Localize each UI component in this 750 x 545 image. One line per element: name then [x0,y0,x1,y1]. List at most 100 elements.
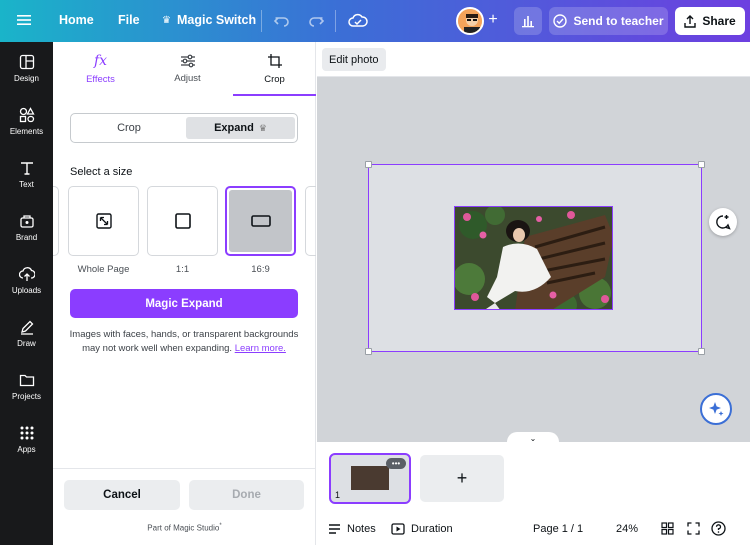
plus-icon: + [456,468,468,488]
divider [335,10,336,32]
timer-icon [391,523,405,535]
widescreen-icon [250,215,271,227]
notes-button[interactable]: Notes [328,523,376,535]
size-card-whole-page[interactable] [68,186,139,256]
check-circle-icon [553,14,568,28]
size-label: Whole Page [77,264,130,275]
brand-icon [19,215,34,228]
cancel-button[interactable]: Cancel [64,480,180,510]
section-title: Select a size [70,166,133,178]
help-icon[interactable] [711,521,726,536]
rail-label: Draw [17,339,36,348]
crop-mode-button[interactable]: Crop [74,117,184,139]
rail-item-apps[interactable]: Apps [0,425,53,473]
design-page[interactable] [365,161,705,355]
duration-label: Duration [411,523,453,535]
zoom-level[interactable]: 24% [616,523,638,535]
text-icon [20,162,33,175]
rail-item-brand[interactable]: Brand [0,213,53,261]
magic-expand-button[interactable]: Magic Expand [70,289,298,318]
home-label: Home [59,13,94,27]
more-options-icon[interactable]: ••• [386,458,406,469]
add-collaborator-icon[interactable]: + [484,11,502,29]
photo-element[interactable] [454,206,613,310]
rail-item-uploads[interactable]: Uploads [0,266,53,314]
tab-crop[interactable]: Crop [231,42,318,96]
expand-note: Images with faces, hands, or transparent… [67,328,301,356]
send-to-teacher-button[interactable]: Send to teacher [549,7,668,35]
magic-assistant-button[interactable] [700,393,732,425]
pages-strip: ••• 1 + [317,442,750,512]
photo-image [455,207,612,309]
tab-label: Crop [264,74,285,85]
crown-icon: ♛ [162,14,171,26]
crop-icon [267,54,282,68]
fullscreen-icon[interactable] [687,522,700,535]
notes-label: Notes [347,523,376,535]
add-page-button[interactable]: + [420,455,504,502]
send-to-teacher-label: Send to teacher [573,14,664,28]
resize-handle[interactable] [698,161,705,168]
insights-button[interactable] [514,7,542,35]
thumbnail-image [351,466,389,490]
rail-label: Elements [9,127,44,136]
add-comment-button[interactable] [709,208,737,236]
pen-icon [20,320,33,335]
rail-item-draw[interactable]: Draw [0,319,53,367]
notes-icon [329,524,340,534]
zoom-label: 24% [616,523,639,535]
sparkle-icon: * [219,523,222,529]
cloud-sync-icon[interactable] [348,12,368,35]
magic-switch-label: Magic Switch [176,13,257,27]
home-button[interactable]: Home [59,13,94,27]
size-card-partial[interactable] [53,186,59,256]
rail-label: Text [19,180,34,189]
resize-handle[interactable] [698,348,705,355]
page-number: 1 [335,490,341,500]
rail-label: Projects [12,392,41,401]
done-button[interactable]: Done [189,480,304,510]
share-label: Share [702,14,736,28]
left-rail: Design Elements Text Brand Uploads Draw … [0,42,53,545]
expand-mode-label: Expand [214,122,254,134]
rail-label: Uploads [11,286,42,295]
resize-handle[interactable] [365,161,372,168]
bottom-bar: Notes Duration Page 1 / 1 24% [317,512,750,545]
size-card-widescreen[interactable] [225,186,296,256]
resize-handle[interactable] [365,348,372,355]
duration-button[interactable]: Duration [391,523,453,535]
cancel-label: Cancel [103,489,141,501]
rail-label: Brand [15,233,38,242]
size-card-square[interactable] [147,186,218,256]
size-label: 16:9 [251,264,270,275]
tab-effects[interactable]: fx Effects [57,42,144,96]
rail-item-elements[interactable]: Elements [0,107,53,155]
tab-adjust[interactable]: Adjust [144,42,231,96]
page-indicator[interactable]: Page 1 / 1 [533,523,583,535]
size-card-partial[interactable] [305,186,316,256]
rail-item-projects[interactable]: Projects [0,372,53,420]
shapes-icon [19,107,35,123]
sparkle-icon [709,402,724,416]
menu-icon[interactable] [17,13,31,27]
crop-mode-label: Crop [117,122,141,134]
edit-photo-label: Edit photo [329,53,379,66]
done-label: Done [232,489,261,501]
magic-switch-button[interactable]: ♛ Magic Switch [162,13,256,27]
avatar[interactable] [456,7,484,35]
rail-item-design[interactable]: Design [0,54,53,102]
undo-icon[interactable] [273,12,291,35]
page-thumbnail[interactable]: ••• 1 [329,453,411,504]
rail-label: Design [14,74,39,83]
expand-mode-button[interactable]: Expand ♛ [186,117,295,139]
rail-item-text[interactable]: Text [0,160,53,208]
redo-icon[interactable] [307,12,325,35]
edit-photo-button[interactable]: Edit photo [322,48,386,71]
expand-arrows-icon [95,213,112,229]
file-menu-button[interactable]: File [118,13,140,27]
grid-view-icon[interactable] [661,522,674,535]
learn-more-link[interactable]: Learn more. [235,343,286,354]
divider [261,10,262,32]
comment-plus-icon [716,215,731,230]
share-button[interactable]: Share [675,7,745,35]
